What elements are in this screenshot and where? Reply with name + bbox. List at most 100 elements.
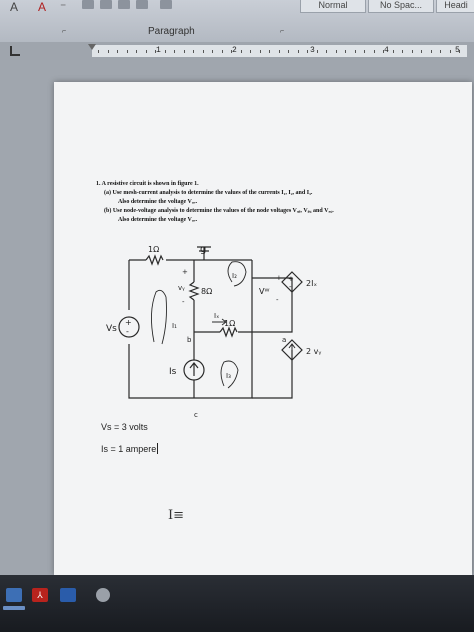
ruler-tick bbox=[136, 50, 137, 53]
ruler-tick bbox=[127, 50, 128, 53]
align-right-button[interactable] bbox=[118, 0, 130, 9]
ruler-tick bbox=[98, 50, 99, 53]
style-no-spacing-label: No Spac... bbox=[379, 0, 423, 10]
i1-label: I₁ bbox=[172, 322, 177, 330]
text-highlight-icon[interactable]: A bbox=[38, 0, 46, 14]
document-page[interactable]: 1. A resistive circuit is shown in figur… bbox=[54, 82, 472, 575]
vy-minus: - bbox=[182, 298, 185, 306]
ruler-tick bbox=[250, 50, 251, 53]
dep-v-plus: + bbox=[288, 275, 294, 283]
dep-i-arrow-icon bbox=[288, 343, 296, 355]
is-arrow-icon bbox=[189, 362, 199, 376]
ruler-number: 3 bbox=[310, 46, 315, 55]
horizontal-ruler[interactable]: 1 2 3 4 5 bbox=[0, 42, 474, 60]
given-is[interactable]: Is = 1 ampere bbox=[101, 443, 159, 454]
ruler-tick bbox=[146, 50, 147, 53]
ruler-tick bbox=[421, 50, 422, 53]
ruler-number: 2 bbox=[232, 46, 237, 55]
ruler-tick bbox=[288, 50, 289, 53]
mesh-i1-loop bbox=[151, 289, 167, 345]
ruler-number: 1 bbox=[156, 46, 161, 55]
ruler-tick bbox=[298, 50, 299, 53]
ruler-tick bbox=[355, 50, 356, 53]
i3-label: I₃ bbox=[226, 372, 231, 380]
ruler-tick bbox=[222, 50, 223, 53]
ruler-tick bbox=[345, 50, 346, 53]
ruler-tick bbox=[165, 50, 166, 53]
wire-left-lower bbox=[128, 260, 253, 399]
style-normal[interactable]: Normal bbox=[300, 0, 366, 13]
ruler-tick bbox=[440, 50, 441, 53]
resistor-2-zigzag bbox=[188, 281, 200, 301]
ruler-tick bbox=[336, 50, 337, 53]
dropdown-icon[interactable]: ⁻ bbox=[60, 0, 66, 14]
paragraph-group-label: Paragraph bbox=[148, 26, 195, 37]
resistor-3-zigzag bbox=[219, 326, 238, 338]
r3-label: 1Ω bbox=[224, 319, 235, 328]
align-left-button[interactable] bbox=[82, 0, 94, 9]
ruler-tick bbox=[260, 50, 261, 53]
ruler-tick bbox=[393, 50, 394, 53]
is-label: Is bbox=[169, 367, 177, 377]
align-center-button[interactable] bbox=[100, 0, 112, 9]
word-active-indicator bbox=[3, 606, 25, 610]
media-taskbar-icon[interactable] bbox=[96, 588, 110, 602]
font-group-launcher-icon[interactable]: ⌐ bbox=[62, 28, 66, 35]
resistor-1-zigzag bbox=[145, 254, 164, 266]
vy-label: vᵧ bbox=[178, 284, 185, 292]
justify-button[interactable] bbox=[136, 0, 148, 9]
text-caret bbox=[157, 443, 159, 454]
r2-label: 8Ω bbox=[201, 287, 212, 296]
given-is-text: Is = 1 ampere bbox=[101, 444, 157, 454]
ruler-tick bbox=[279, 50, 280, 53]
ruler-tick bbox=[450, 50, 451, 53]
ruler-tick bbox=[212, 50, 213, 53]
style-heading-label: Headi bbox=[444, 0, 468, 10]
paragraph-group-launcher-icon[interactable]: ⌐ bbox=[280, 28, 284, 35]
first-line-indent-marker[interactable] bbox=[88, 44, 96, 50]
ruler-tick bbox=[203, 50, 204, 53]
dep-i-label: 2 vᵧ bbox=[306, 347, 321, 356]
vs-minus: - bbox=[126, 327, 129, 336]
ruler-tick bbox=[108, 50, 109, 53]
vy-plus: + bbox=[182, 268, 188, 276]
vs-label: Vs bbox=[106, 324, 117, 334]
ruler-tick bbox=[184, 50, 185, 53]
ruler-tick bbox=[364, 50, 365, 53]
word-taskbar-icon[interactable] bbox=[6, 588, 22, 602]
given-vs: Vs = 3 volts bbox=[101, 422, 148, 432]
ruler-tick bbox=[307, 50, 308, 53]
tab-selector-icon[interactable] bbox=[10, 46, 20, 56]
document-area: 1. A resistive circuit is shown in figur… bbox=[0, 60, 474, 575]
app-taskbar-icon[interactable] bbox=[60, 588, 76, 602]
ruler-tick bbox=[402, 50, 403, 53]
node-c-label: c bbox=[194, 411, 198, 419]
ruler-tick bbox=[317, 50, 318, 53]
i2-label: I₂ bbox=[232, 272, 237, 280]
node-a-label: a bbox=[282, 336, 286, 344]
ruler-tick bbox=[326, 50, 327, 53]
ribbon: A A ⁻ Normal No Spac... Headi ⌐ Paragrap… bbox=[0, 0, 474, 42]
vw-plus: + bbox=[276, 274, 282, 282]
ix-label: Iₓ bbox=[214, 312, 219, 320]
line-spacing-button[interactable] bbox=[160, 0, 172, 9]
ruler-tick bbox=[412, 50, 413, 53]
ruler-tick bbox=[374, 50, 375, 53]
mesh-i2-loop bbox=[227, 261, 247, 287]
ruler-tick bbox=[431, 50, 432, 53]
i-beam-cursor-icon: I≡ bbox=[168, 508, 185, 523]
taskbar: ⅄ bbox=[0, 575, 474, 632]
vw-label: Vᵂ bbox=[259, 287, 269, 296]
ruler-number: 4 bbox=[384, 46, 389, 55]
style-heading[interactable]: Headi bbox=[436, 0, 474, 13]
wire-dep-current bbox=[252, 350, 293, 399]
dep-v-label: 2Iₓ bbox=[306, 279, 317, 288]
font-color-icon[interactable]: A bbox=[10, 0, 18, 14]
style-no-spacing[interactable]: No Spac... bbox=[368, 0, 434, 13]
ruler-tick bbox=[269, 50, 270, 53]
ruler-tick bbox=[193, 50, 194, 53]
vw-minus: - bbox=[276, 296, 279, 304]
acrobat-taskbar-icon[interactable]: ⅄ bbox=[32, 588, 48, 602]
ruler-number: 5 bbox=[455, 46, 460, 55]
style-normal-label: Normal bbox=[318, 0, 348, 10]
